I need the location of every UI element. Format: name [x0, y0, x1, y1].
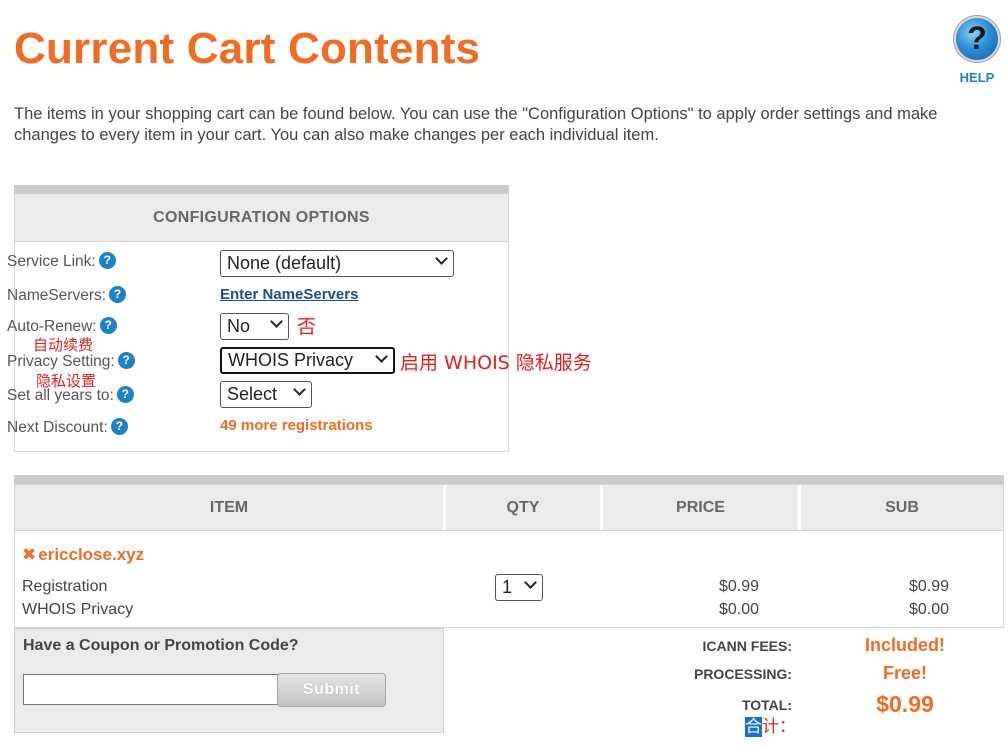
set-years-select[interactable]: Select — [220, 381, 312, 408]
page-title: Current Cart Contents — [14, 24, 481, 73]
chevron-down-icon — [293, 383, 306, 396]
total-value: $0.99 — [876, 691, 934, 717]
line-item-price: $0.00 — [718, 601, 759, 618]
remove-item-icon[interactable]: ✖ — [22, 545, 36, 564]
service-link-select[interactable]: None (default) — [220, 250, 454, 277]
line-item-sub: $0.99 — [908, 578, 949, 595]
line-item-name: Registration — [22, 578, 108, 595]
chevron-down-icon — [435, 252, 448, 265]
quantity-select[interactable]: 1 — [495, 574, 543, 601]
total-label: TOTAL: — [741, 697, 792, 713]
chevron-down-icon — [524, 576, 537, 589]
total-annotation: 合计： — [745, 712, 796, 737]
help-label: HELP — [959, 70, 995, 85]
column-header-sub: SUB — [885, 499, 919, 516]
coupon-submit-button[interactable]: Submit — [277, 673, 386, 707]
column-header-qty: QTY — [446, 485, 603, 530]
line-item-sub: $0.00 — [908, 601, 949, 618]
privacy-setting-label: Privacy Setting:? — [7, 352, 135, 371]
info-icon[interactable]: ? — [98, 252, 116, 269]
privacy-value-annotation: 启用 WHOIS 隐私服务 — [400, 352, 592, 374]
total-annotation-rest: 计： — [762, 717, 796, 737]
column-header-price: PRICE — [603, 485, 801, 530]
chevron-down-icon — [375, 350, 388, 363]
line-item-name: WHOIS Privacy — [22, 601, 134, 618]
info-icon[interactable]: ? — [116, 386, 134, 403]
coupon-input[interactable] — [23, 674, 279, 705]
auto-renew-select[interactable]: No — [220, 313, 289, 340]
processing-value: Free! — [882, 663, 927, 683]
next-discount-value: 49 more registrations — [220, 417, 373, 434]
items-table-topbar — [14, 475, 1004, 484]
processing-label: PROCESSING: — [693, 666, 792, 682]
cart-item-domain: ✖ ericclose.xyz — [22, 545, 144, 565]
domain-link[interactable]: ericclose.xyz — [38, 545, 144, 564]
privacy-setting-select[interactable]: WHOIS Privacy — [220, 347, 395, 374]
icann-fees-label: ICANN FEES: — [702, 638, 792, 654]
chevron-down-icon — [270, 315, 283, 328]
help-button[interactable]: ? HELP — [952, 16, 1002, 88]
info-icon[interactable]: ? — [109, 286, 127, 303]
help-icon: ? — [954, 16, 1000, 62]
column-header-item: ITEM — [15, 485, 446, 530]
total-annotation-highlight: 合 — [745, 717, 762, 737]
auto-renew-value-annotation: 否 — [297, 316, 317, 338]
enter-nameservers-link[interactable]: Enter NameServers — [220, 286, 358, 303]
next-discount-label: Next Discount:? — [7, 418, 128, 437]
set-years-label: Set all years to:? — [7, 386, 134, 405]
nameservers-label: NameServers:? — [7, 286, 127, 305]
info-icon[interactable]: ? — [110, 418, 128, 435]
service-link-label: Service Link:? — [7, 252, 116, 271]
info-icon[interactable]: ? — [99, 317, 117, 334]
line-item-price: $0.99 — [718, 578, 759, 595]
items-table-header: ITEM QTY PRICE SUB — [14, 484, 1004, 531]
icann-fees-value: Included! — [865, 635, 945, 655]
info-icon[interactable]: ? — [117, 352, 135, 369]
intro-text: The items in your shopping cart can be f… — [14, 105, 938, 144]
configuration-options-header: CONFIGURATION OPTIONS — [15, 194, 508, 242]
coupon-title: Have a Coupon or Promotion Code? — [23, 637, 299, 654]
